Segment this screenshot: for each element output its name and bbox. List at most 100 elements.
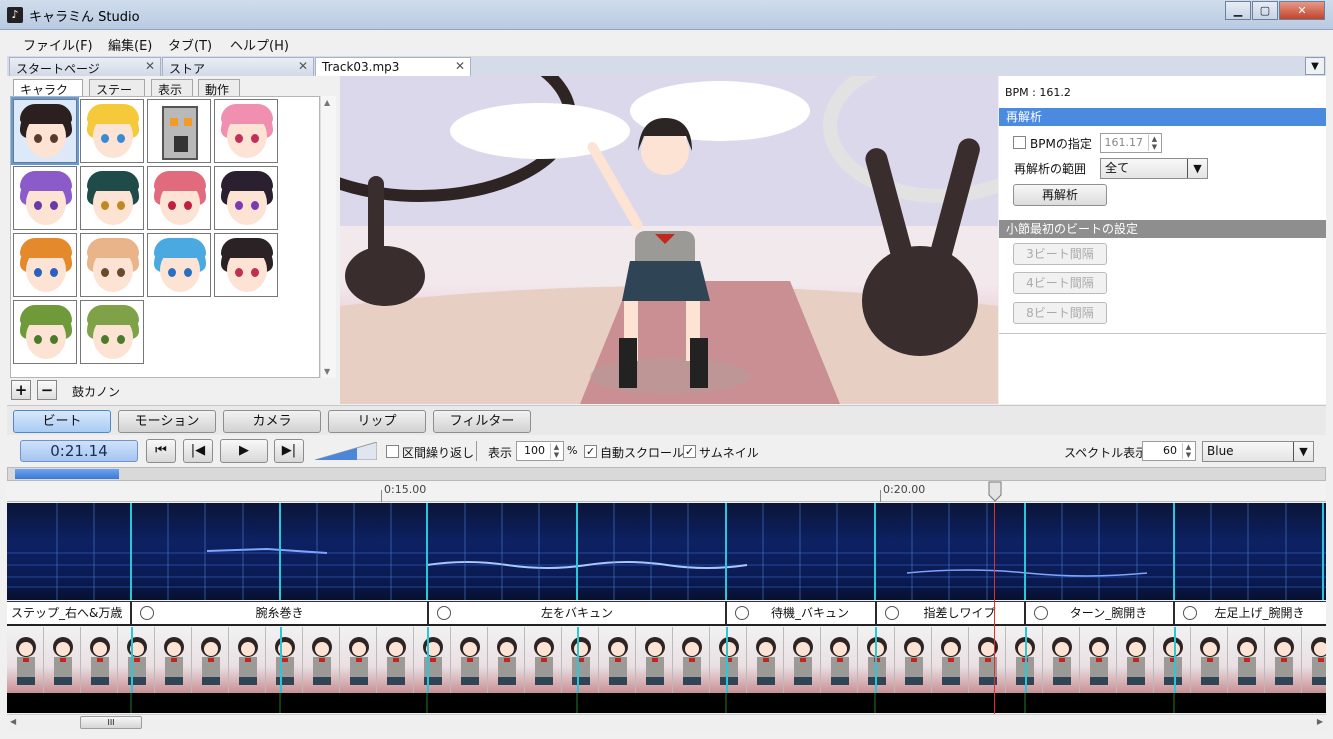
tab-track[interactable]: Track03.mp3 ✕ — [315, 57, 471, 76]
autoscroll-checkbox[interactable]: ✓ — [584, 445, 597, 458]
close-icon[interactable]: ✕ — [455, 59, 465, 73]
character-thumbnail[interactable] — [80, 99, 144, 163]
motion-segment[interactable]: 左をバキュン — [427, 602, 725, 624]
close-button[interactable]: ✕ — [1279, 1, 1325, 20]
character-thumbnail[interactable] — [80, 166, 144, 230]
autoscroll-label: 自動スクロール — [600, 446, 685, 460]
scroll-right-icon[interactable]: ▶ — [1317, 717, 1323, 726]
tab-beat[interactable]: ビート — [13, 410, 111, 433]
thumbnail-checkbox[interactable]: ✓ — [683, 445, 696, 458]
tab-motion[interactable]: モーション — [118, 410, 216, 433]
next-icon[interactable]: ▶| — [274, 439, 304, 463]
bar-line — [726, 627, 728, 693]
character-thumbnail[interactable] — [13, 233, 77, 297]
scroll-left-icon[interactable]: ◀ — [10, 717, 16, 726]
motion-segment[interactable]: ステップ_右へ&万歳 — [7, 602, 130, 624]
frame-thumbnail — [118, 627, 155, 693]
close-icon[interactable]: ✕ — [298, 59, 308, 73]
thumbnail-track[interactable] — [7, 627, 1326, 693]
character-thumbnail[interactable] — [80, 233, 144, 297]
spin-arrows-icon[interactable]: ▲ ▼ — [550, 443, 562, 459]
timeline-scrollbar[interactable]: ◀ ▶ — [7, 714, 1326, 731]
menu-tab[interactable]: タブ(T) — [168, 35, 212, 54]
playhead-handle-icon[interactable] — [988, 481, 1002, 502]
tab-stage[interactable]: ステージ — [89, 79, 145, 114]
motion-segment[interactable]: 腕糸巻き — [130, 602, 427, 624]
spectrogram[interactable] — [7, 503, 1326, 600]
spin-arrows-icon[interactable]: ▲ ▼ — [1148, 135, 1160, 151]
scroll-down-icon[interactable]: ▼ — [324, 367, 330, 376]
scroll-thumb[interactable]: III — [80, 716, 142, 729]
character-thumbnail[interactable] — [13, 166, 77, 230]
character-thumbnail[interactable] — [11, 97, 79, 165]
frame-thumbnail — [821, 627, 858, 693]
remove-character-button[interactable]: − — [37, 380, 57, 400]
ruler-tick — [381, 490, 382, 502]
frame-thumbnail — [303, 627, 340, 693]
tab-start-page[interactable]: スタートページ ✕ — [9, 57, 161, 76]
color-scheme-value: Blue — [1207, 444, 1234, 458]
motion-track[interactable]: ステップ_右へ&万歳 腕糸巻き 左をバキュン 待機_バキュン 指差しワイプ ター… — [7, 601, 1326, 626]
spectrum-input[interactable]: 60 ▲ ▼ — [1142, 441, 1196, 461]
character-scrollbar[interactable]: ▲ ▼ — [320, 96, 336, 378]
tab-store[interactable]: ストア ✕ — [162, 57, 314, 76]
motion-segment[interactable]: 待機_バキュン — [725, 602, 875, 624]
maximize-button[interactable]: ▢ — [1252, 1, 1278, 20]
tab-motion-settings[interactable]: 動作 — [198, 79, 240, 97]
bpm-spec-checkbox[interactable] — [1013, 136, 1026, 149]
spin-arrows-icon[interactable]: ▲ ▼ — [1182, 443, 1194, 459]
tab-display[interactable]: 表示 — [151, 79, 193, 97]
volume-slider[interactable] — [315, 442, 377, 460]
beat-4-button[interactable]: 4ビート間隔 — [1013, 272, 1107, 294]
character-thumbnail[interactable] — [147, 99, 211, 163]
tab-camera[interactable]: カメラ — [223, 410, 321, 433]
previous-icon[interactable]: |◀ — [183, 439, 213, 463]
zoom-input[interactable]: 100 ▲ ▼ — [516, 441, 564, 461]
motion-segment[interactable]: 指差しワイプ — [875, 602, 1024, 624]
beat-track[interactable] — [7, 693, 1326, 713]
seek-bar[interactable] — [7, 467, 1326, 481]
bpm-readout: BPM : 161.2 — [1005, 86, 1071, 99]
play-icon[interactable]: ▶ — [220, 439, 268, 463]
character-thumbnail[interactable] — [147, 233, 211, 297]
color-scheme-select[interactable]: Blue ▼ — [1202, 441, 1314, 462]
beat-8-button[interactable]: 8ビート間隔 — [1013, 302, 1107, 324]
motion-segment[interactable]: 左足上げ_腕開き — [1173, 602, 1326, 624]
character-thumbnail[interactable] — [13, 300, 77, 364]
skip-to-start-icon[interactable]: ⏮ — [146, 439, 176, 463]
character-thumbnail[interactable] — [214, 233, 278, 297]
add-character-button[interactable]: + — [11, 380, 31, 400]
tab-label: ストア — [169, 62, 206, 76]
character-thumbnail[interactable] — [80, 300, 144, 364]
loop-checkbox[interactable] — [386, 445, 399, 458]
bar-line — [1174, 627, 1176, 693]
tab-character[interactable]: キャラクター — [13, 79, 83, 114]
chevron-down-icon: ▼ — [1293, 442, 1313, 461]
frame-thumbnail — [229, 627, 266, 693]
menu-edit[interactable]: 編集(E) — [108, 35, 152, 54]
beat-3-button[interactable]: 3ビート間隔 — [1013, 243, 1107, 265]
minimize-button[interactable]: ▁ — [1225, 1, 1251, 20]
window-title: キャラミん Studio — [29, 10, 140, 25]
reanalyze-button[interactable]: 再解析 — [1013, 184, 1107, 206]
tab-filter[interactable]: フィルター — [433, 410, 531, 433]
stage-viewport[interactable] — [340, 76, 998, 404]
motion-segment[interactable]: ターン_腕開き — [1024, 602, 1173, 624]
tab-list-dropdown-icon[interactable]: ▼ — [1305, 57, 1325, 75]
range-select[interactable]: 全て ▼ — [1100, 158, 1208, 179]
menu-file[interactable]: ファイル(F) — [23, 35, 93, 54]
tab-lip[interactable]: リップ — [328, 410, 426, 433]
close-icon[interactable]: ✕ — [145, 59, 155, 73]
motion-name: ステップ_右へ&万歳 — [11, 606, 123, 620]
menu-help[interactable]: ヘルプ(H) — [230, 35, 289, 54]
spectrogram-graphic — [7, 503, 1326, 600]
character-thumbnail[interactable] — [147, 166, 211, 230]
zoom-unit: % — [567, 444, 578, 457]
analysis-panel: BPM : 161.2 再解析 BPMの指定 161.17 ▲ ▼ 再解析の範囲 … — [999, 76, 1326, 404]
time-ruler[interactable]: 0:15.00 0:20.00 — [7, 482, 1326, 502]
bar-line — [131, 627, 133, 693]
bpm-spec-input[interactable]: 161.17 ▲ ▼ — [1100, 133, 1162, 153]
scroll-up-icon[interactable]: ▲ — [324, 98, 330, 107]
character-thumbnail[interactable] — [214, 166, 278, 230]
character-thumbnail[interactable] — [214, 99, 278, 163]
